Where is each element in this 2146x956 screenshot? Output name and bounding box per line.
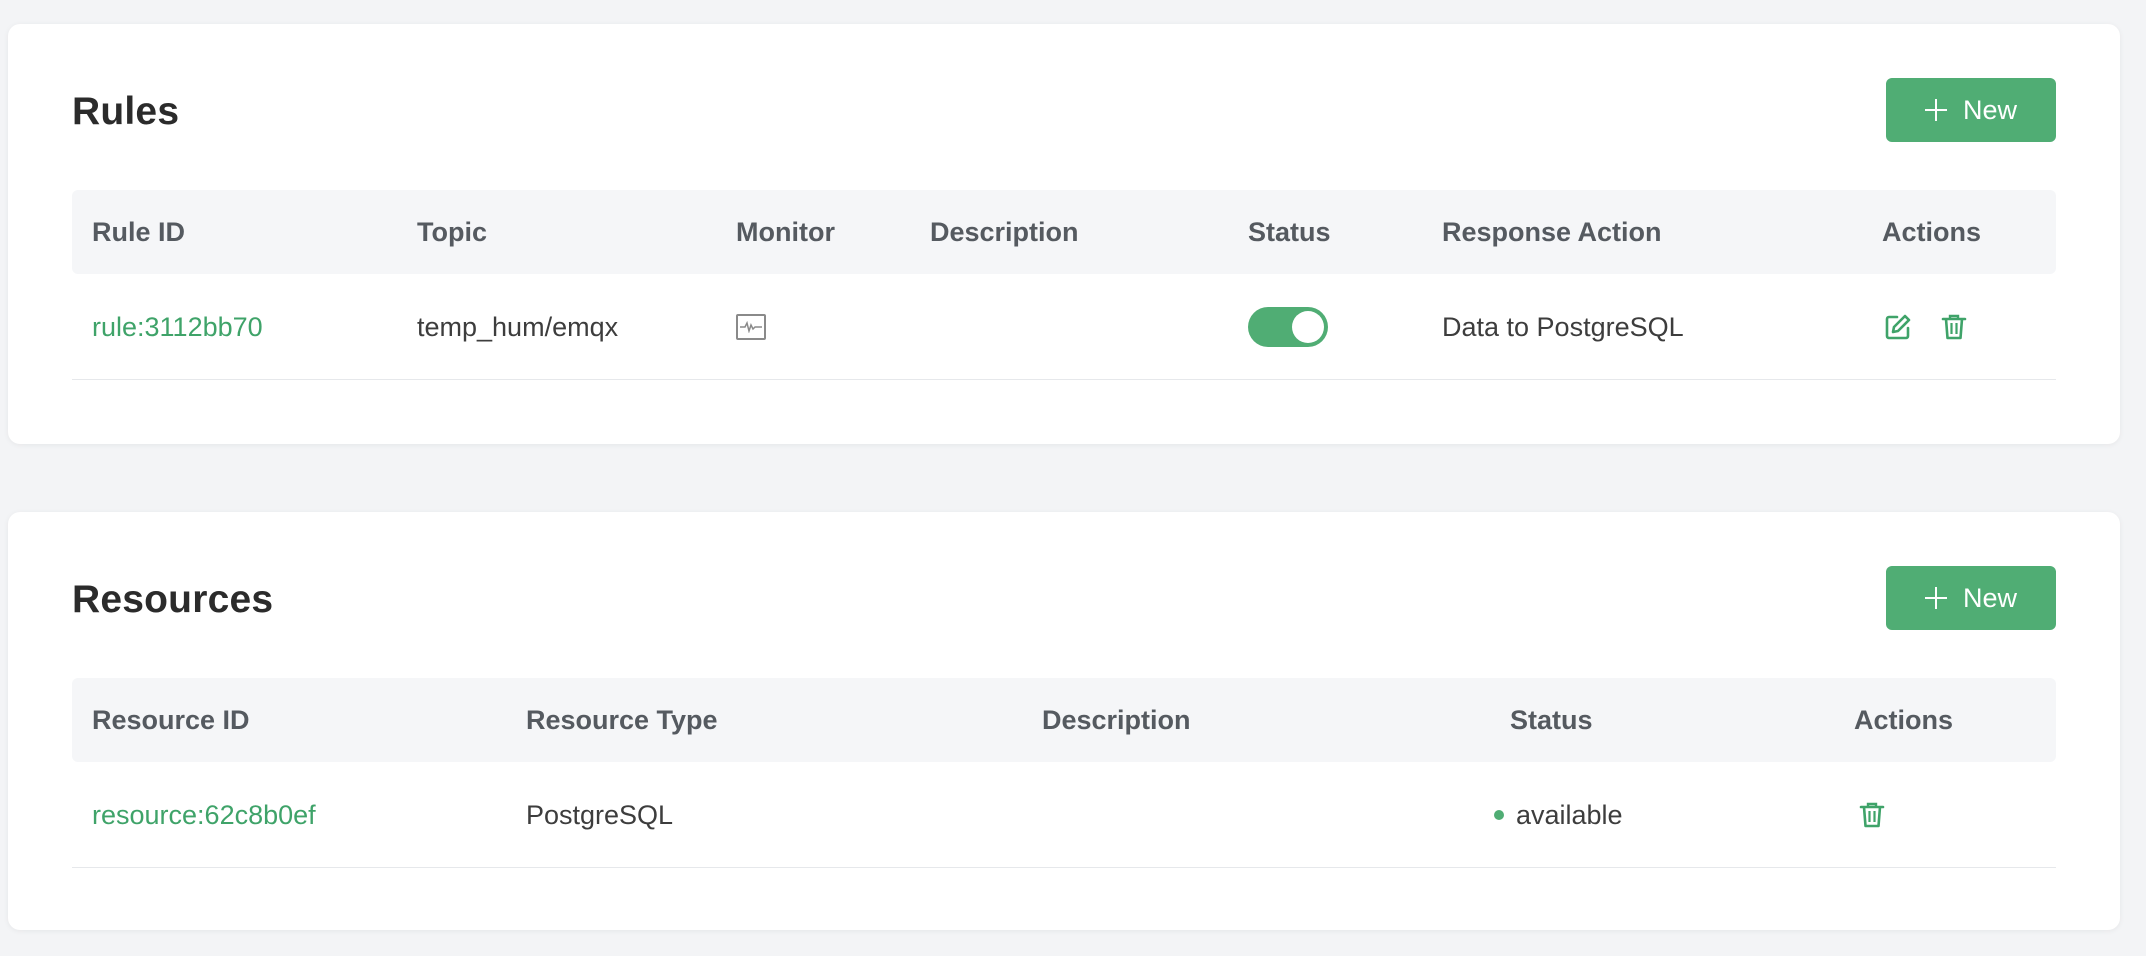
resources-table-header: Resource ID Resource Type Description St… — [72, 678, 2056, 762]
resource-actions — [1858, 762, 1886, 868]
resources-card: Resources New Resource ID Resource Type … — [8, 512, 2120, 930]
table-row: resource:62c8b0ef PostgreSQL available — [72, 762, 2056, 868]
column-header-monitor: Monitor — [736, 217, 835, 247]
resource-type: PostgreSQL — [526, 799, 674, 830]
column-header-status: Status — [1510, 705, 1593, 735]
rules-card: Rules New Rule ID Topic Monitor Descript… — [8, 24, 2120, 444]
new-rule-button-label: New — [1962, 94, 2017, 125]
resources-title: Resources — [72, 578, 274, 621]
new-resource-button-label: New — [1962, 582, 2017, 613]
edit-icon[interactable] — [1884, 313, 1912, 341]
column-header-response-action: Response Action — [1442, 217, 1662, 247]
toggle-knob — [1292, 311, 1324, 343]
status-dot — [1494, 810, 1504, 820]
rule-status-toggle[interactable] — [1248, 307, 1328, 347]
resource-id-link[interactable]: resource:62c8b0ef — [92, 762, 316, 868]
trash-icon[interactable] — [1858, 801, 1886, 829]
column-header-resource-type: Resource Type — [526, 705, 718, 735]
column-header-description: Description — [1042, 705, 1191, 735]
rules-title: Rules — [72, 90, 180, 133]
status-cell — [1248, 274, 1328, 380]
column-header-actions: Actions — [1854, 705, 1954, 735]
column-header-actions: Actions — [1882, 217, 1982, 247]
new-resource-button[interactable]: New — [1886, 566, 2056, 630]
trash-icon[interactable] — [1940, 313, 1968, 341]
rules-table: Rule ID Topic Monitor Description Status… — [72, 190, 2056, 380]
rule-actions — [1884, 274, 1968, 380]
plus-icon — [1924, 99, 1947, 121]
column-header-description: Description — [930, 217, 1079, 247]
table-row: rule:3112bb70 temp_hum/emqx Data to Post… — [72, 274, 2056, 380]
rule-topic: temp_hum/emqx — [417, 311, 619, 342]
rule-response-action: Data to PostgreSQL — [1442, 311, 1684, 342]
resource-status: available — [1494, 762, 1623, 868]
rule-id-link[interactable]: rule:3112bb70 — [92, 274, 263, 380]
resource-status-text: available — [1516, 799, 1623, 830]
monitor-chart-icon[interactable] — [736, 314, 766, 340]
plus-icon — [1924, 587, 1947, 609]
column-header-status: Status — [1248, 217, 1331, 247]
column-header-topic: Topic — [417, 217, 487, 247]
resources-table: Resource ID Resource Type Description St… — [72, 678, 2056, 868]
rules-table-header: Rule ID Topic Monitor Description Status… — [72, 190, 2056, 274]
column-header-rule-id: Rule ID — [92, 217, 186, 247]
column-header-resource-id: Resource ID — [92, 705, 250, 735]
new-rule-button[interactable]: New — [1886, 78, 2056, 142]
monitor-cell — [736, 274, 766, 380]
